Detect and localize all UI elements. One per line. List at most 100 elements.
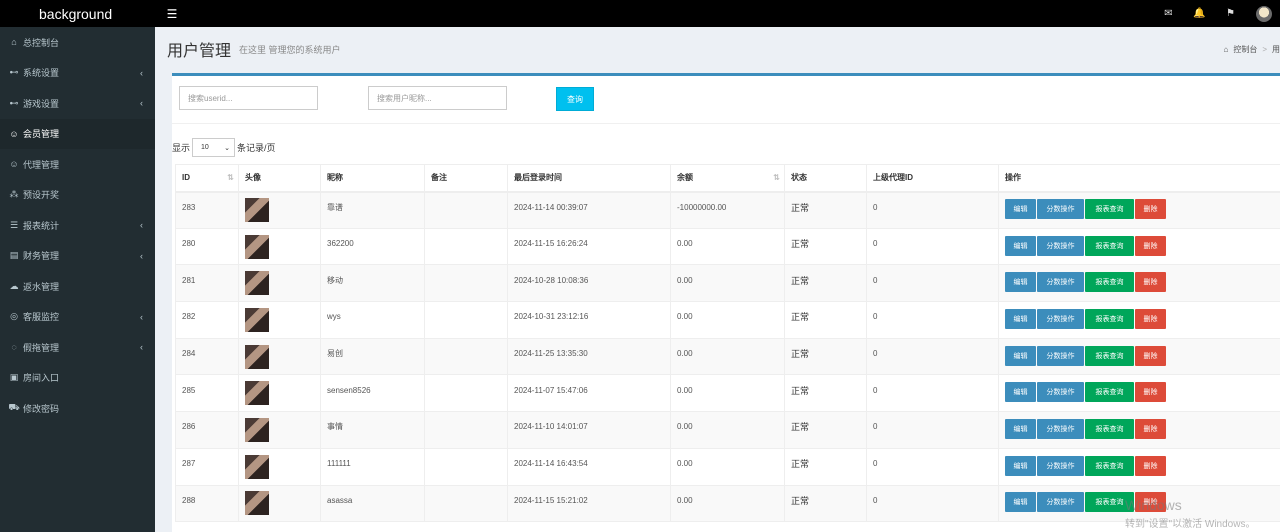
sidebar-item[interactable]: ⌂ 总控制台: [0, 27, 155, 58]
cell-avatar: [238, 448, 321, 486]
cell-nickname: 易创: [320, 338, 425, 376]
page-title: 用户管理: [167, 43, 232, 60]
cell-note: [424, 411, 508, 449]
score-button[interactable]: 分数操作: [1037, 492, 1084, 513]
cell-balance: 0.00: [670, 448, 785, 486]
edit-button[interactable]: 编辑: [1005, 455, 1036, 476]
avatar: [245, 198, 269, 223]
sidebar-item[interactable]: ☺ 会员管理: [0, 118, 155, 149]
cell-last-login: 2024-10-31 23:12:16: [507, 301, 671, 339]
table-row: 286 事情 2024-11-10 14:01:07 0.00 正常 0 编辑 分数操作 报表查…: [175, 411, 1280, 449]
nickname-search-input[interactable]: 搜索用户昵称...: [368, 86, 507, 110]
cell-status: 正常: [784, 301, 867, 339]
delete-button[interactable]: 删除: [1135, 418, 1166, 439]
breadcrumb-home[interactable]: 控制台: [1233, 44, 1257, 55]
score-button[interactable]: 分数操作: [1037, 418, 1084, 439]
cell-balance: -10000000.00: [670, 191, 785, 229]
delete-button[interactable]: 删除: [1135, 199, 1166, 220]
report-button[interactable]: 报表查询: [1085, 418, 1134, 439]
edit-button[interactable]: 编辑: [1005, 382, 1036, 403]
sidebar-item-label: 总控制台: [23, 37, 60, 48]
edit-button[interactable]: 编辑: [1005, 272, 1036, 293]
edit-button[interactable]: 编辑: [1005, 345, 1036, 366]
sidebar-item[interactable]: ▤ 财务管理 ‹: [0, 241, 155, 272]
cell-nickname: sensen8526: [320, 374, 425, 413]
cell-actions: 编辑 分数操作 报表查询 删除: [998, 374, 1280, 413]
gamepad-icon: ⊷: [9, 67, 19, 78]
edit-button[interactable]: 编辑: [1005, 308, 1036, 329]
score-button[interactable]: 分数操作: [1037, 308, 1084, 329]
sidebar-item[interactable]: ▣ 房间入口: [0, 363, 155, 394]
avatar: [245, 344, 269, 369]
report-button[interactable]: 报表查询: [1085, 345, 1134, 366]
report-button[interactable]: 报表查询: [1085, 272, 1134, 293]
chevron-left-icon: ‹: [140, 67, 143, 78]
sidebar-item-label: 预设开奖: [23, 190, 60, 201]
cell-avatar: [238, 228, 321, 266]
cell-avatar: [238, 264, 321, 303]
cell-id: 280: [175, 228, 239, 266]
sidebar-item[interactable]: ◎ 客服监控 ‹: [0, 302, 155, 333]
delete-button[interactable]: 删除: [1135, 235, 1166, 256]
edit-button[interactable]: 编辑: [1005, 492, 1036, 513]
flag-icon[interactable]: ⚑: [1215, 8, 1246, 19]
sidebar-item[interactable]: ☰ 报表统计 ‹: [0, 210, 155, 241]
score-button[interactable]: 分数操作: [1037, 272, 1084, 293]
score-button[interactable]: 分数操作: [1037, 235, 1084, 256]
cell-avatar: [238, 301, 321, 339]
sidebar-item[interactable]: ⊷ 系统设置 ‹: [0, 58, 155, 89]
report-button[interactable]: 报表查询: [1085, 455, 1134, 476]
cell-parent-id: 0: [866, 264, 999, 303]
sidebar-item[interactable]: ⊷ 游戏设置 ‹: [0, 88, 155, 119]
sidebar-item[interactable]: ◌ 假拖管理 ‹: [0, 332, 155, 363]
col-balance[interactable]: 余额 ⇅: [670, 164, 785, 193]
delete-button[interactable]: 删除: [1135, 345, 1166, 366]
cell-actions: 编辑 分数操作 报表查询 删除: [998, 301, 1280, 339]
edit-button[interactable]: 编辑: [1005, 235, 1036, 256]
report-button[interactable]: 报表查询: [1085, 382, 1134, 403]
userid-search-input[interactable]: 搜索userid...: [179, 86, 318, 110]
col-id[interactable]: ID ⇅: [175, 164, 239, 193]
score-button[interactable]: 分数操作: [1037, 199, 1084, 220]
chevron-left-icon: ‹: [140, 342, 143, 353]
delete-button[interactable]: 删除: [1135, 308, 1166, 329]
cell-note: [424, 374, 508, 413]
sidebar-item[interactable]: ⛟ 修改密码: [0, 393, 155, 424]
report-button[interactable]: 报表查询: [1085, 308, 1134, 329]
avatar: [245, 454, 269, 479]
cell-note: [424, 338, 508, 376]
edit-button[interactable]: 编辑: [1005, 418, 1036, 439]
search-button[interactable]: 查询: [556, 87, 594, 111]
dashboard-icon: ⌂: [11, 37, 17, 48]
report-button[interactable]: 报表查询: [1085, 235, 1134, 256]
users-box: 搜索userid... 搜索用户昵称... 查询 显示 10 ⌄ 条记录/页 I…: [172, 73, 1280, 532]
score-button[interactable]: 分数操作: [1037, 455, 1084, 476]
delete-button[interactable]: 删除: [1135, 455, 1166, 476]
delete-button[interactable]: 删除: [1135, 382, 1166, 403]
cell-last-login: 2024-10-28 10:08:36: [507, 264, 671, 303]
score-button[interactable]: 分数操作: [1037, 382, 1084, 403]
report-button[interactable]: 报表查询: [1085, 199, 1134, 220]
sort-icon[interactable]: ⇅: [227, 173, 234, 182]
sort-icon[interactable]: ⇅: [773, 173, 780, 182]
cell-parent-id: 0: [866, 411, 999, 449]
sidebar-item[interactable]: ☺ 代理管理: [0, 149, 155, 180]
col-status: 状态: [784, 164, 867, 193]
book-icon: ▤: [9, 250, 19, 261]
sidebar-item[interactable]: ⁂ 预设开奖: [0, 180, 155, 211]
brand-logo[interactable]: background: [0, 0, 155, 27]
page-length-select[interactable]: 10 ⌄: [192, 138, 236, 157]
bell-icon[interactable]: 🔔: [1184, 8, 1215, 19]
sidebar-item[interactable]: ☁ 返水管理: [0, 271, 155, 302]
cell-last-login: 2024-11-10 14:01:07: [507, 411, 671, 449]
user-avatar[interactable]: [1256, 5, 1272, 22]
table-row: 280 362200 2024-11-15 16:26:24 0.00 正常 0 编辑 分数操…: [175, 228, 1280, 266]
hamburger-icon[interactable]: ☰: [165, 7, 179, 21]
delete-button[interactable]: 删除: [1135, 272, 1166, 293]
mail-icon[interactable]: ✉: [1153, 8, 1184, 19]
score-button[interactable]: 分数操作: [1037, 345, 1084, 366]
share-icon: ⁂: [9, 189, 19, 200]
edit-button[interactable]: 编辑: [1005, 199, 1036, 220]
cell-note: [424, 485, 508, 523]
sidebar-item-label: 修改密码: [23, 403, 60, 414]
